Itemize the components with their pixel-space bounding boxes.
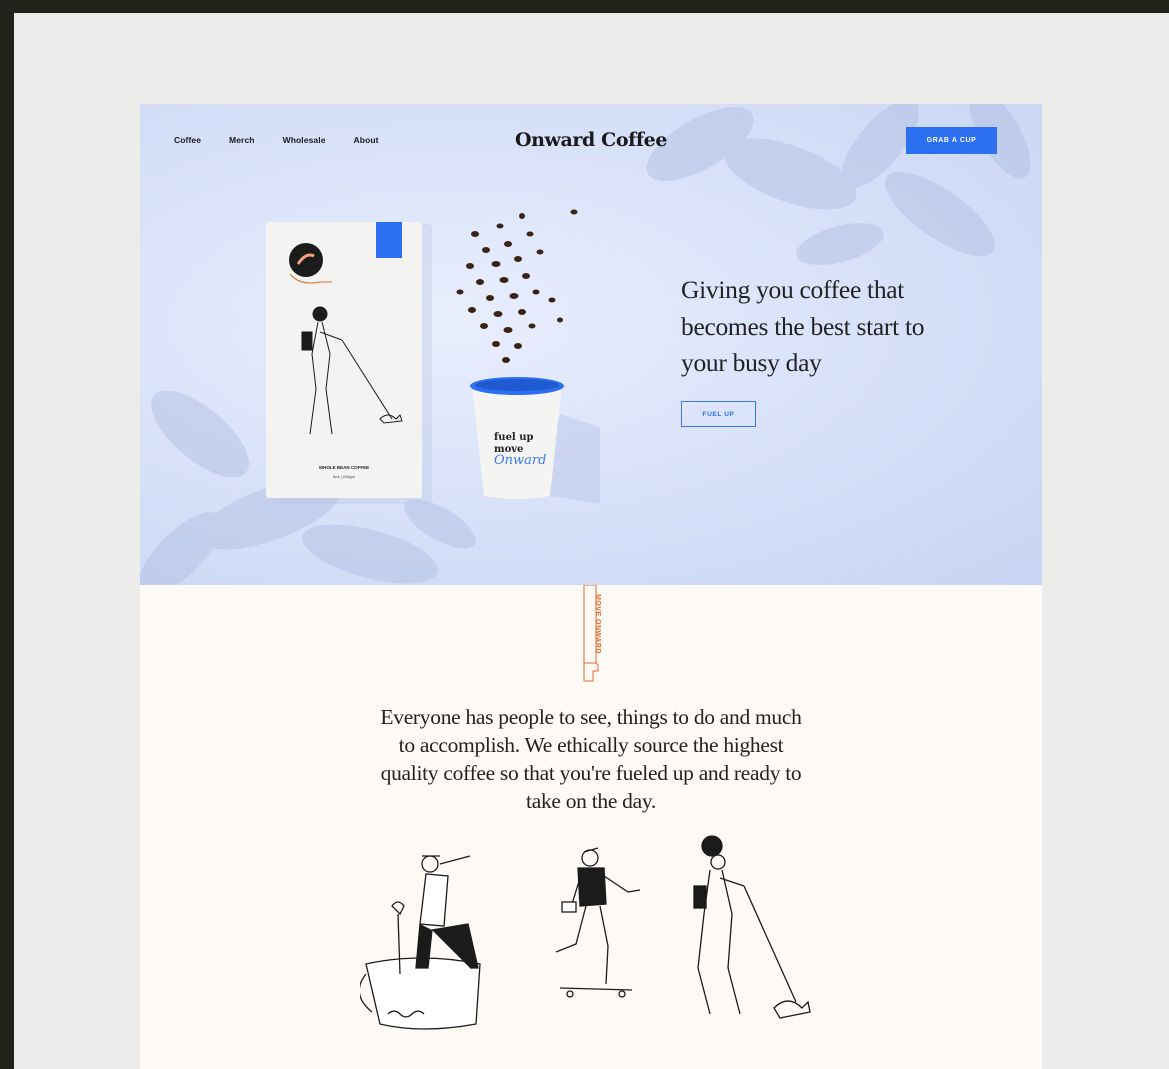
people-illustration	[360, 835, 811, 1030]
bag-label: WHOLE BEAN COFFEE	[319, 465, 369, 470]
coffee-bean-icon	[456, 209, 578, 363]
grab-a-cup-button[interactable]: GRAB A CUP	[906, 127, 997, 154]
hero-headline: Giving you coffee that becomes the best …	[681, 275, 925, 377]
product-image: WHOLE BEAN COFFEE 8oz | 226gm fuel up mo…	[266, 209, 600, 504]
fuel-up-button[interactable]: FUEL UP	[681, 401, 756, 427]
move-onward-label: MOVE ONWARD	[594, 594, 601, 654]
intro-paragraph: Everyone has people to see, things to do…	[380, 705, 802, 813]
browser-frame: Coffee Merch Wholesale About Onward Coff…	[14, 13, 1169, 1069]
cup-text-onward: Onward	[494, 453, 546, 468]
bag-weight: 8oz | 226gm	[333, 474, 356, 479]
page: Coffee Merch Wholesale About Onward Coff…	[140, 104, 1042, 1069]
cup-text-fuel-up: fuel up	[494, 432, 533, 443]
hero-section: Coffee Merch Wholesale About Onward Coff…	[140, 104, 1042, 585]
